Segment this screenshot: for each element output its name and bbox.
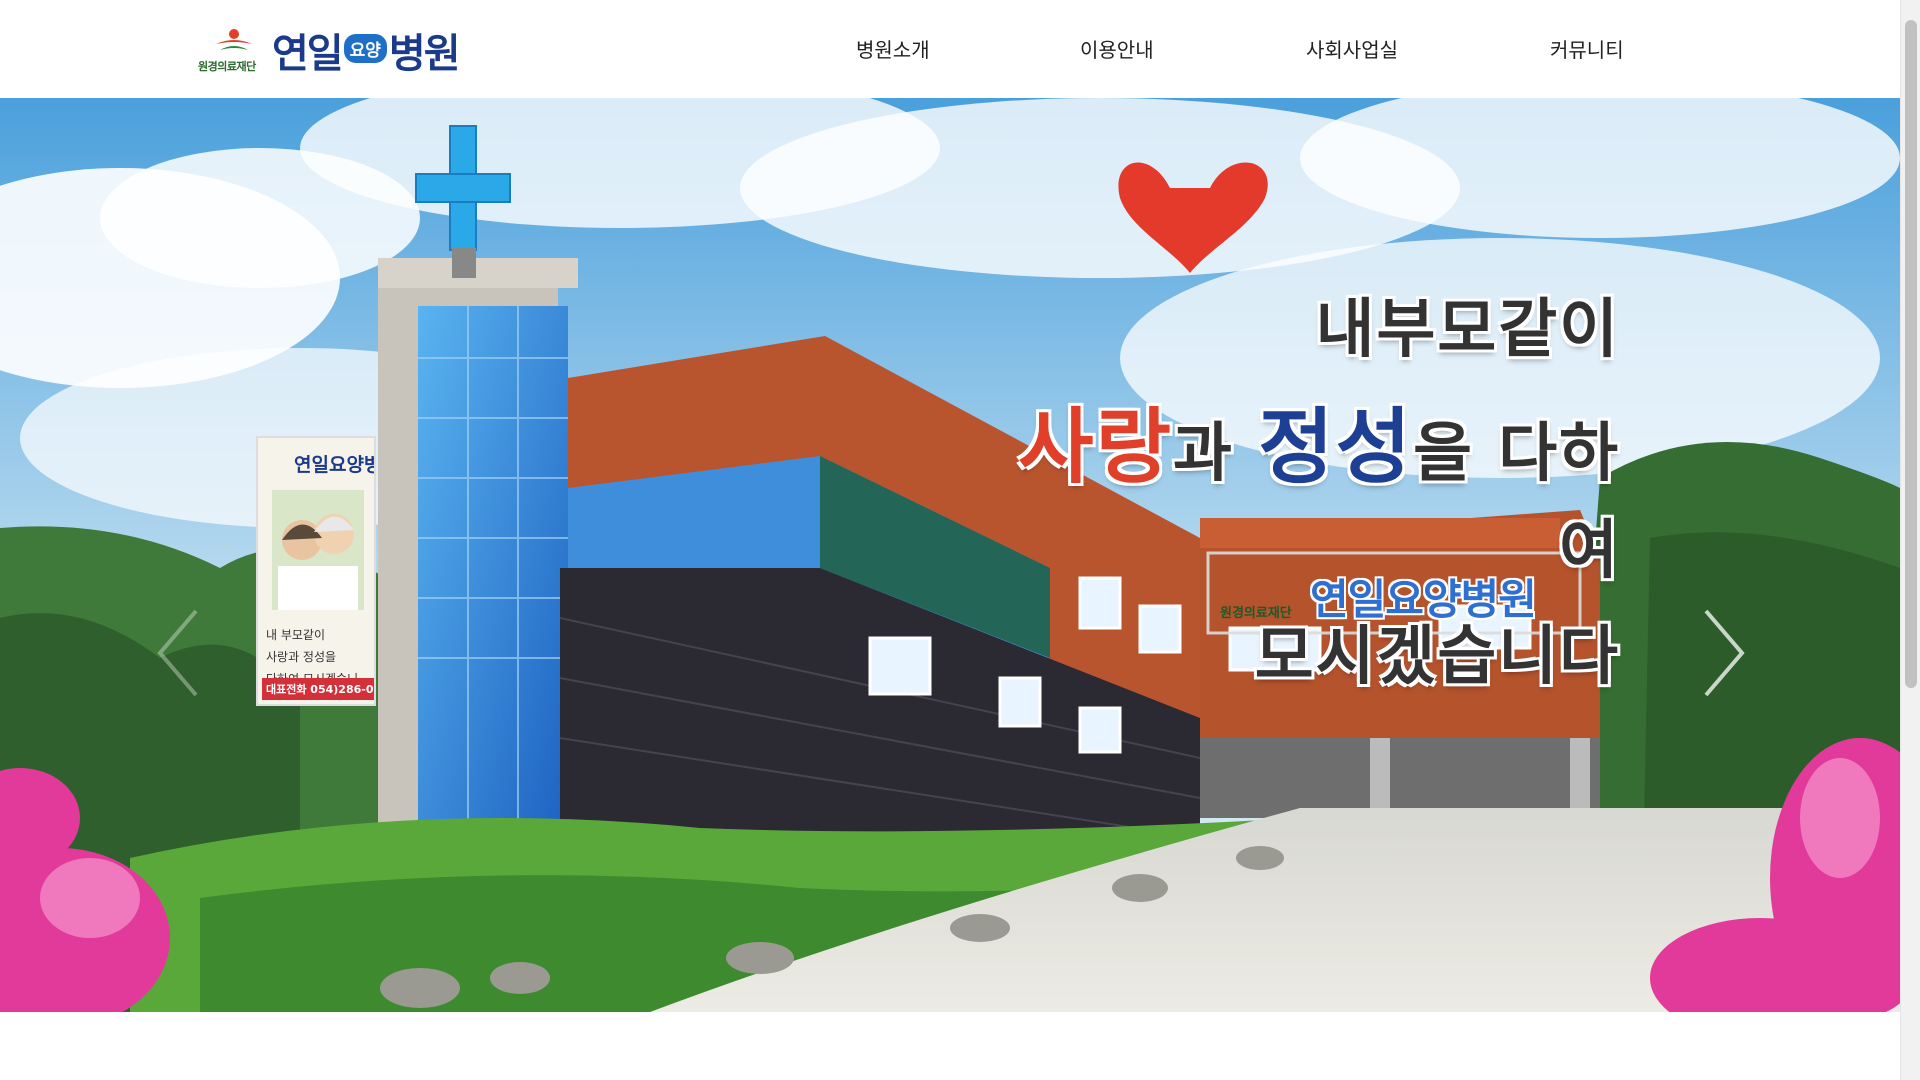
slogan-word-sincere: 정성 xyxy=(1258,399,1414,495)
hero-slider: 내부모같이 사랑과 정성을 다하여 모시겠습니다 연일요양병원 원경의료재단 연… xyxy=(0,98,1900,1012)
slider-next-arrow-icon[interactable] xyxy=(1692,603,1752,703)
page-scrollbar[interactable] xyxy=(1900,0,1920,1080)
banner-copy-line-2: 사랑과 정성을 xyxy=(266,650,337,664)
building-rooftop-sign: 연일요양병원 원경의료재단 xyxy=(1210,556,1580,626)
banner-copy-line-1: 내 부모같이 xyxy=(266,628,326,642)
slogan-word-love: 사랑 xyxy=(1018,399,1174,495)
main-nav: 병원소개 이용안내 사회사업실 커뮤니티 xyxy=(0,34,1900,64)
hero-slogan: 내부모같이 사랑과 정성을 다하여 모시겠습니다 xyxy=(960,258,1620,697)
nav-item-hospital-intro[interactable]: 병원소개 xyxy=(856,34,930,63)
scrollbar-thumb[interactable] xyxy=(1905,20,1917,688)
site-header: 원경의료재단 연일 요양 병원 병원소개 이용안내 사회사업실 커뮤니티 xyxy=(0,0,1900,98)
banner-title: 연일요양병원 xyxy=(294,454,374,476)
slogan-word-and: 과 xyxy=(1173,416,1259,491)
nav-item-social-work[interactable]: 사회사업실 xyxy=(1306,34,1398,63)
nav-item-community[interactable]: 커뮤니티 xyxy=(1550,34,1624,63)
elderly-couple-photo xyxy=(272,490,364,610)
slogan-line-1: 내부모같이 xyxy=(1315,292,1620,367)
banner-phone: 대표전화 054)286-05 xyxy=(262,678,374,700)
building-sign-text: 연일요양병원 xyxy=(1310,575,1537,624)
tower-banner: 연일요양병원 내 부모같이 사랑과 정성을 다하여 모시겠습니 대표전화 054… xyxy=(256,436,376,706)
building-sign-foundation: 원경의료재단 xyxy=(1220,606,1292,621)
page: 원경의료재단 연일 요양 병원 병원소개 이용안내 사회사업실 커뮤니티 내부모… xyxy=(0,0,1920,1080)
nav-item-usage-guide[interactable]: 이용안내 xyxy=(1080,34,1154,63)
slider-prev-arrow-icon[interactable] xyxy=(150,603,210,703)
